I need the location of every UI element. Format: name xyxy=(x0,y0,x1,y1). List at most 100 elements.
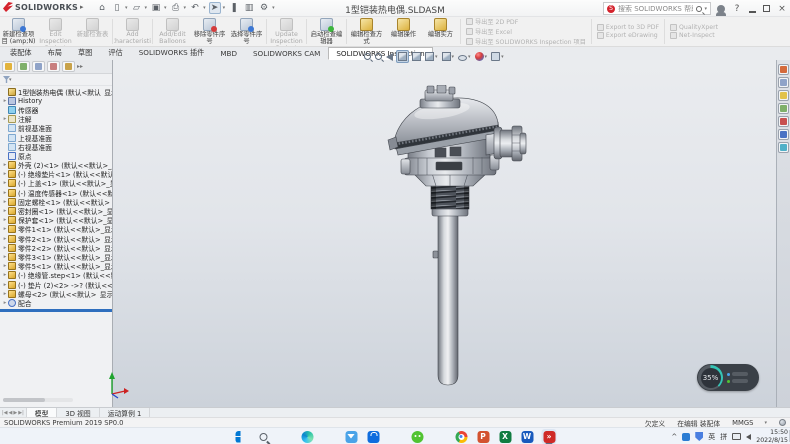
new-document-icon[interactable]: ▯ xyxy=(111,2,123,14)
security-shield-icon[interactable] xyxy=(695,432,703,441)
panel-tab-feature-manager[interactable] xyxy=(2,61,15,72)
help-button[interactable]: ? xyxy=(732,3,742,15)
tree-item[interactable]: ▸(-) 绝缘管.step<1> (默认<<默认> xyxy=(0,271,112,280)
solidworks-resources-button[interactable] xyxy=(778,64,789,75)
tab-mbd[interactable]: MBD xyxy=(212,47,245,60)
tab-装配体[interactable]: 装配体 xyxy=(2,46,40,60)
panel-horizontal-scrollbar[interactable] xyxy=(3,398,73,402)
tree-item[interactable]: ▸保护套<1> (默认<<默认>_显示状 xyxy=(0,216,112,225)
thermocouple-3d-model[interactable] xyxy=(380,85,530,390)
search-icon[interactable] xyxy=(696,6,702,12)
tree-item[interactable]: 上视基准面 xyxy=(0,133,112,142)
hide-show-items-dropdown-icon[interactable]: ▾ xyxy=(468,54,471,60)
doc-tab-3d-views[interactable]: 3D 视图 xyxy=(57,408,99,417)
tab-solidworks-插件[interactable]: SOLIDWORKS 插件 xyxy=(131,46,213,60)
language-indicator[interactable]: 英 xyxy=(708,432,715,442)
ribbon-button[interactable]: 移除零件序号 xyxy=(191,17,228,46)
tree-item[interactable]: ▸零件3<1> (默认<<默认>_显示状 xyxy=(0,252,112,261)
scrollbar-thumb[interactable] xyxy=(3,398,45,402)
tree-item[interactable]: ▸螺母<2> (默认<<默认>_显示状态 xyxy=(0,289,112,298)
ribbon-button[interactable]: 启动检查编辑器 xyxy=(308,17,345,46)
taskbar-wechat-button[interactable] xyxy=(410,429,425,444)
apply-scene-button[interactable]: ▾ xyxy=(490,51,505,62)
tree-item[interactable]: ▸配合 xyxy=(0,298,112,307)
doc-tab-model[interactable]: 模型 xyxy=(27,408,58,417)
tree-item[interactable]: 前视基准面 xyxy=(0,124,112,133)
open-icon[interactable]: ▱ xyxy=(131,2,143,14)
save-dropdown-icon[interactable]: ▾ xyxy=(164,5,167,11)
menu-expand-arrow-icon[interactable]: ▸ xyxy=(80,3,84,11)
speaker-icon[interactable] xyxy=(746,434,751,440)
minimize-button[interactable] xyxy=(749,5,756,13)
zoom-fit-button[interactable] xyxy=(363,52,372,61)
previous-view-button[interactable] xyxy=(385,51,394,62)
taskbar-edge-button[interactable] xyxy=(300,429,315,444)
tree-item[interactable]: ▸零件2<2> (默认<<默认>_显示状 xyxy=(0,243,112,252)
taskbar-chrome-button[interactable] xyxy=(454,429,469,444)
taskbar-mail-button[interactable] xyxy=(344,429,359,444)
rollback-bar[interactable] xyxy=(0,309,112,312)
panel-tab-configuration-manager[interactable] xyxy=(32,61,45,72)
tree-item[interactable]: ▸固定螺栓<1> (默认<<默认>_显示 xyxy=(0,197,112,206)
ribbon-button[interactable]: 新建检查项目 (amp;N) xyxy=(0,17,37,46)
tree-item[interactable]: ▸密封圈<1> (默认<<默认>_显示状 xyxy=(0,206,112,215)
taskbar-excel-button[interactable]: X xyxy=(498,429,513,444)
help-search-box[interactable]: S 搜索 SOLIDWORKS 帮助 ▾ xyxy=(603,2,711,15)
tree-item[interactable]: 1型铠装热电偶 (默认<默认_显示状态-1 xyxy=(0,87,112,96)
tab-评估[interactable]: 评估 xyxy=(100,46,130,60)
doc-tab-motion-study[interactable]: 运动算例 1 xyxy=(100,408,151,417)
battery-overlay-widget[interactable]: 35% xyxy=(697,364,759,391)
tree-item[interactable]: ▸零件1<1> (默认<<默认>_显示状态 xyxy=(0,225,112,234)
display-style-dropdown-icon[interactable]: ▾ xyxy=(452,54,455,60)
dynamic-annotation-button[interactable] xyxy=(411,51,422,62)
sign-in-icon[interactable] xyxy=(717,5,725,13)
ime-indicator[interactable]: 拼 xyxy=(720,432,727,442)
network-monitor-icon[interactable] xyxy=(732,433,741,440)
tree-item[interactable]: ▸零件5<1> (默认<<默认>_显示状 xyxy=(0,262,112,271)
tree-item[interactable]: 右视基准面 xyxy=(0,142,112,151)
ribbon-button[interactable]: 选择零件序号 xyxy=(228,17,265,46)
appearances-scenes-button[interactable] xyxy=(778,116,789,127)
apply-scene-dropdown-icon[interactable]: ▾ xyxy=(501,54,504,60)
tree-item[interactable]: ▸(-) 垫片 (2)<2> ->? (默认<<默认> xyxy=(0,280,112,289)
view-orientation-button[interactable]: ▾ xyxy=(424,51,439,62)
custom-properties-button[interactable] xyxy=(778,129,789,140)
solidworks-forum-button[interactable] xyxy=(778,142,789,153)
taskbar-powerpoint-button[interactable]: P xyxy=(476,429,491,444)
tree-item[interactable]: 原点 xyxy=(0,151,112,160)
tree-item[interactable]: ▸零件2<1> (默认<<默认>_显示状 xyxy=(0,234,112,243)
tab-草图[interactable]: 草图 xyxy=(70,46,100,60)
taskbar-file-explorer-button[interactable] xyxy=(322,429,337,444)
tray-app-icon[interactable] xyxy=(682,433,690,441)
ribbon-button[interactable]: 编辑实方 xyxy=(422,17,459,46)
tree-item[interactable]: ▸注解 xyxy=(0,115,112,124)
taskbar-browser-ring-button[interactable] xyxy=(432,429,447,444)
taskbar-search-button[interactable] xyxy=(256,429,271,444)
units-dropdown-icon[interactable]: ▾ xyxy=(764,420,767,426)
print-dropdown-icon[interactable]: ▾ xyxy=(184,5,187,11)
ribbon-button[interactable]: 编辑检查方式 xyxy=(348,17,385,46)
save-icon[interactable]: ▣ xyxy=(150,2,162,14)
ribbon-button[interactable]: 编辑操作 xyxy=(385,17,422,46)
filter-dropdown-icon[interactable]: ▾ xyxy=(9,77,12,83)
taskbar-solidworks-button[interactable]: » xyxy=(542,429,557,444)
panel-tab-display-manager[interactable] xyxy=(62,61,75,72)
more-icon[interactable]: ▸▸ xyxy=(77,63,83,70)
tree-item[interactable]: ▸(-) 温度传感器<1> (默认<<默认>_ xyxy=(0,188,112,197)
design-library-button[interactable] xyxy=(778,77,789,88)
display-style-button[interactable]: ▾ xyxy=(441,51,456,62)
tree-item[interactable]: 传感器 xyxy=(0,105,112,114)
edit-appearance-button[interactable]: ▾ xyxy=(474,51,489,62)
home-icon[interactable]: ⌂ xyxy=(96,2,108,14)
doc-tab-nav-prev-icon[interactable]: ◀ xyxy=(9,410,13,416)
tree-item[interactable]: ▸外壳 (2)<1> (默认<<默认>_显示状 xyxy=(0,161,112,170)
doc-tab-nav-first-icon[interactable]: |◀ xyxy=(2,410,8,416)
hide-show-items-button[interactable]: ▾ xyxy=(457,52,472,62)
doc-tab-nav-last-icon[interactable]: ▶| xyxy=(18,410,24,416)
tab-solidworks-cam[interactable]: SOLIDWORKS CAM xyxy=(245,47,328,60)
panel-tab-property-manager[interactable] xyxy=(17,61,30,72)
tab-布局[interactable]: 布局 xyxy=(40,46,70,60)
tree-item[interactable]: ▸(-) 绝缘垫片<1> (默认<<默认>_显 xyxy=(0,170,112,179)
taskbar-task-view-button[interactable] xyxy=(278,429,293,444)
status-globe-icon[interactable] xyxy=(779,419,786,426)
